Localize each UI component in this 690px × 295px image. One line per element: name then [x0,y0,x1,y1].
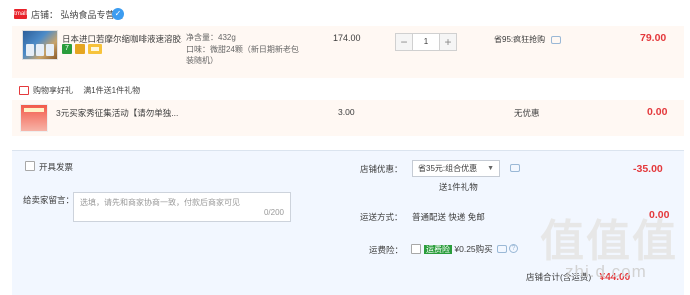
seven-day-return-icon: 7 [62,44,72,54]
store-info: 店铺： 弘纳食品专营店 [31,8,124,21]
increment-button[interactable]: + [439,33,457,51]
product-thumbnail[interactable] [22,30,58,60]
seller-message-textarea[interactable]: 选填，请先和商家协商一致，付款后商家可见 0/200 [73,192,291,222]
watermark-logo: 值值值 [540,217,678,266]
credit-card-icon [88,44,102,54]
gift-header-title: 购物享好礼 [33,86,73,95]
gift-thumbnail-label [24,108,44,112]
gift-rule: 满1件送1件礼物 [83,86,141,95]
insurance-label: 运费险： [369,245,404,255]
invoice-label: 开具发票 [39,162,74,172]
quantity-stepper: − 1 + [395,33,457,51]
gift-header: 购物享好礼 满1件送1件礼物 [33,85,140,96]
insurance-option: 运费险 ¥0.25购买 [424,243,493,255]
coupon-value: 省35元:组合优惠 [418,164,478,173]
insurance-badge: 运费险 [424,245,452,254]
sku-line: 净含量：432g [186,33,236,42]
invoice-checkbox[interactable] [25,161,35,171]
message-placeholder: 选填，请先和商家协商一致，付款后商家可见 [80,198,240,207]
shipping-value: 普通配送 快递 免邮 [412,212,485,222]
gift-subtotal: 0.00 [647,106,668,118]
credit-card-icon [75,44,85,54]
promo-label: 省95:疯狂抢购 [494,35,546,44]
wangwang-chat-icon[interactable]: ✓ [112,8,124,20]
decrement-button[interactable]: − [395,33,413,51]
tmall-logo: tmall [14,9,27,19]
product-can-image [26,44,34,56]
insurance-checkbox[interactable] [411,244,421,254]
coupon-amount: -35.00 [633,163,663,175]
watermark-url: zhi.d.com [565,262,647,281]
comment-icon[interactable] [551,36,561,44]
quantity-input[interactable]: 1 [413,33,439,51]
product-sku: 净含量：432g 口味：微甜24颗（新日期新老包 装随机） [186,32,299,67]
shipping-label: 运送方式： [360,212,403,222]
gift-discount: 无优惠 [514,108,540,118]
chevron-down-icon: ▼ [487,165,494,172]
comment-icon[interactable] [497,245,507,253]
sku-line: 口味：微甜24颗（新日期新老包 [186,44,299,54]
product-can-image [36,44,44,56]
help-icon[interactable]: ? [509,244,518,253]
insurance-price: ¥0.25购买 [454,244,493,254]
gift-price: 3.00 [338,107,355,117]
message-label: 给卖家留言： [23,195,75,205]
coupon-label: 店铺优惠： [360,164,403,174]
gift-icon [19,86,29,95]
message-char-count: 0/200 [263,208,284,217]
comment-icon[interactable] [510,164,520,172]
item-subtotal: 79.00 [640,32,667,44]
gift-title-link[interactable]: 3元买家秀征集活动【请勿单独... [56,107,178,119]
product-can-image [46,44,54,56]
store-label: 店铺： [31,10,59,20]
coupon-select[interactable]: 省35元:组合优惠 ▼ [412,160,500,177]
coupon-gift-note: 送1件礼物 [439,182,478,192]
unit-price: 174.00 [333,33,361,43]
sku-line: 装随机） [186,56,218,65]
gift-thumbnail[interactable] [20,104,48,132]
